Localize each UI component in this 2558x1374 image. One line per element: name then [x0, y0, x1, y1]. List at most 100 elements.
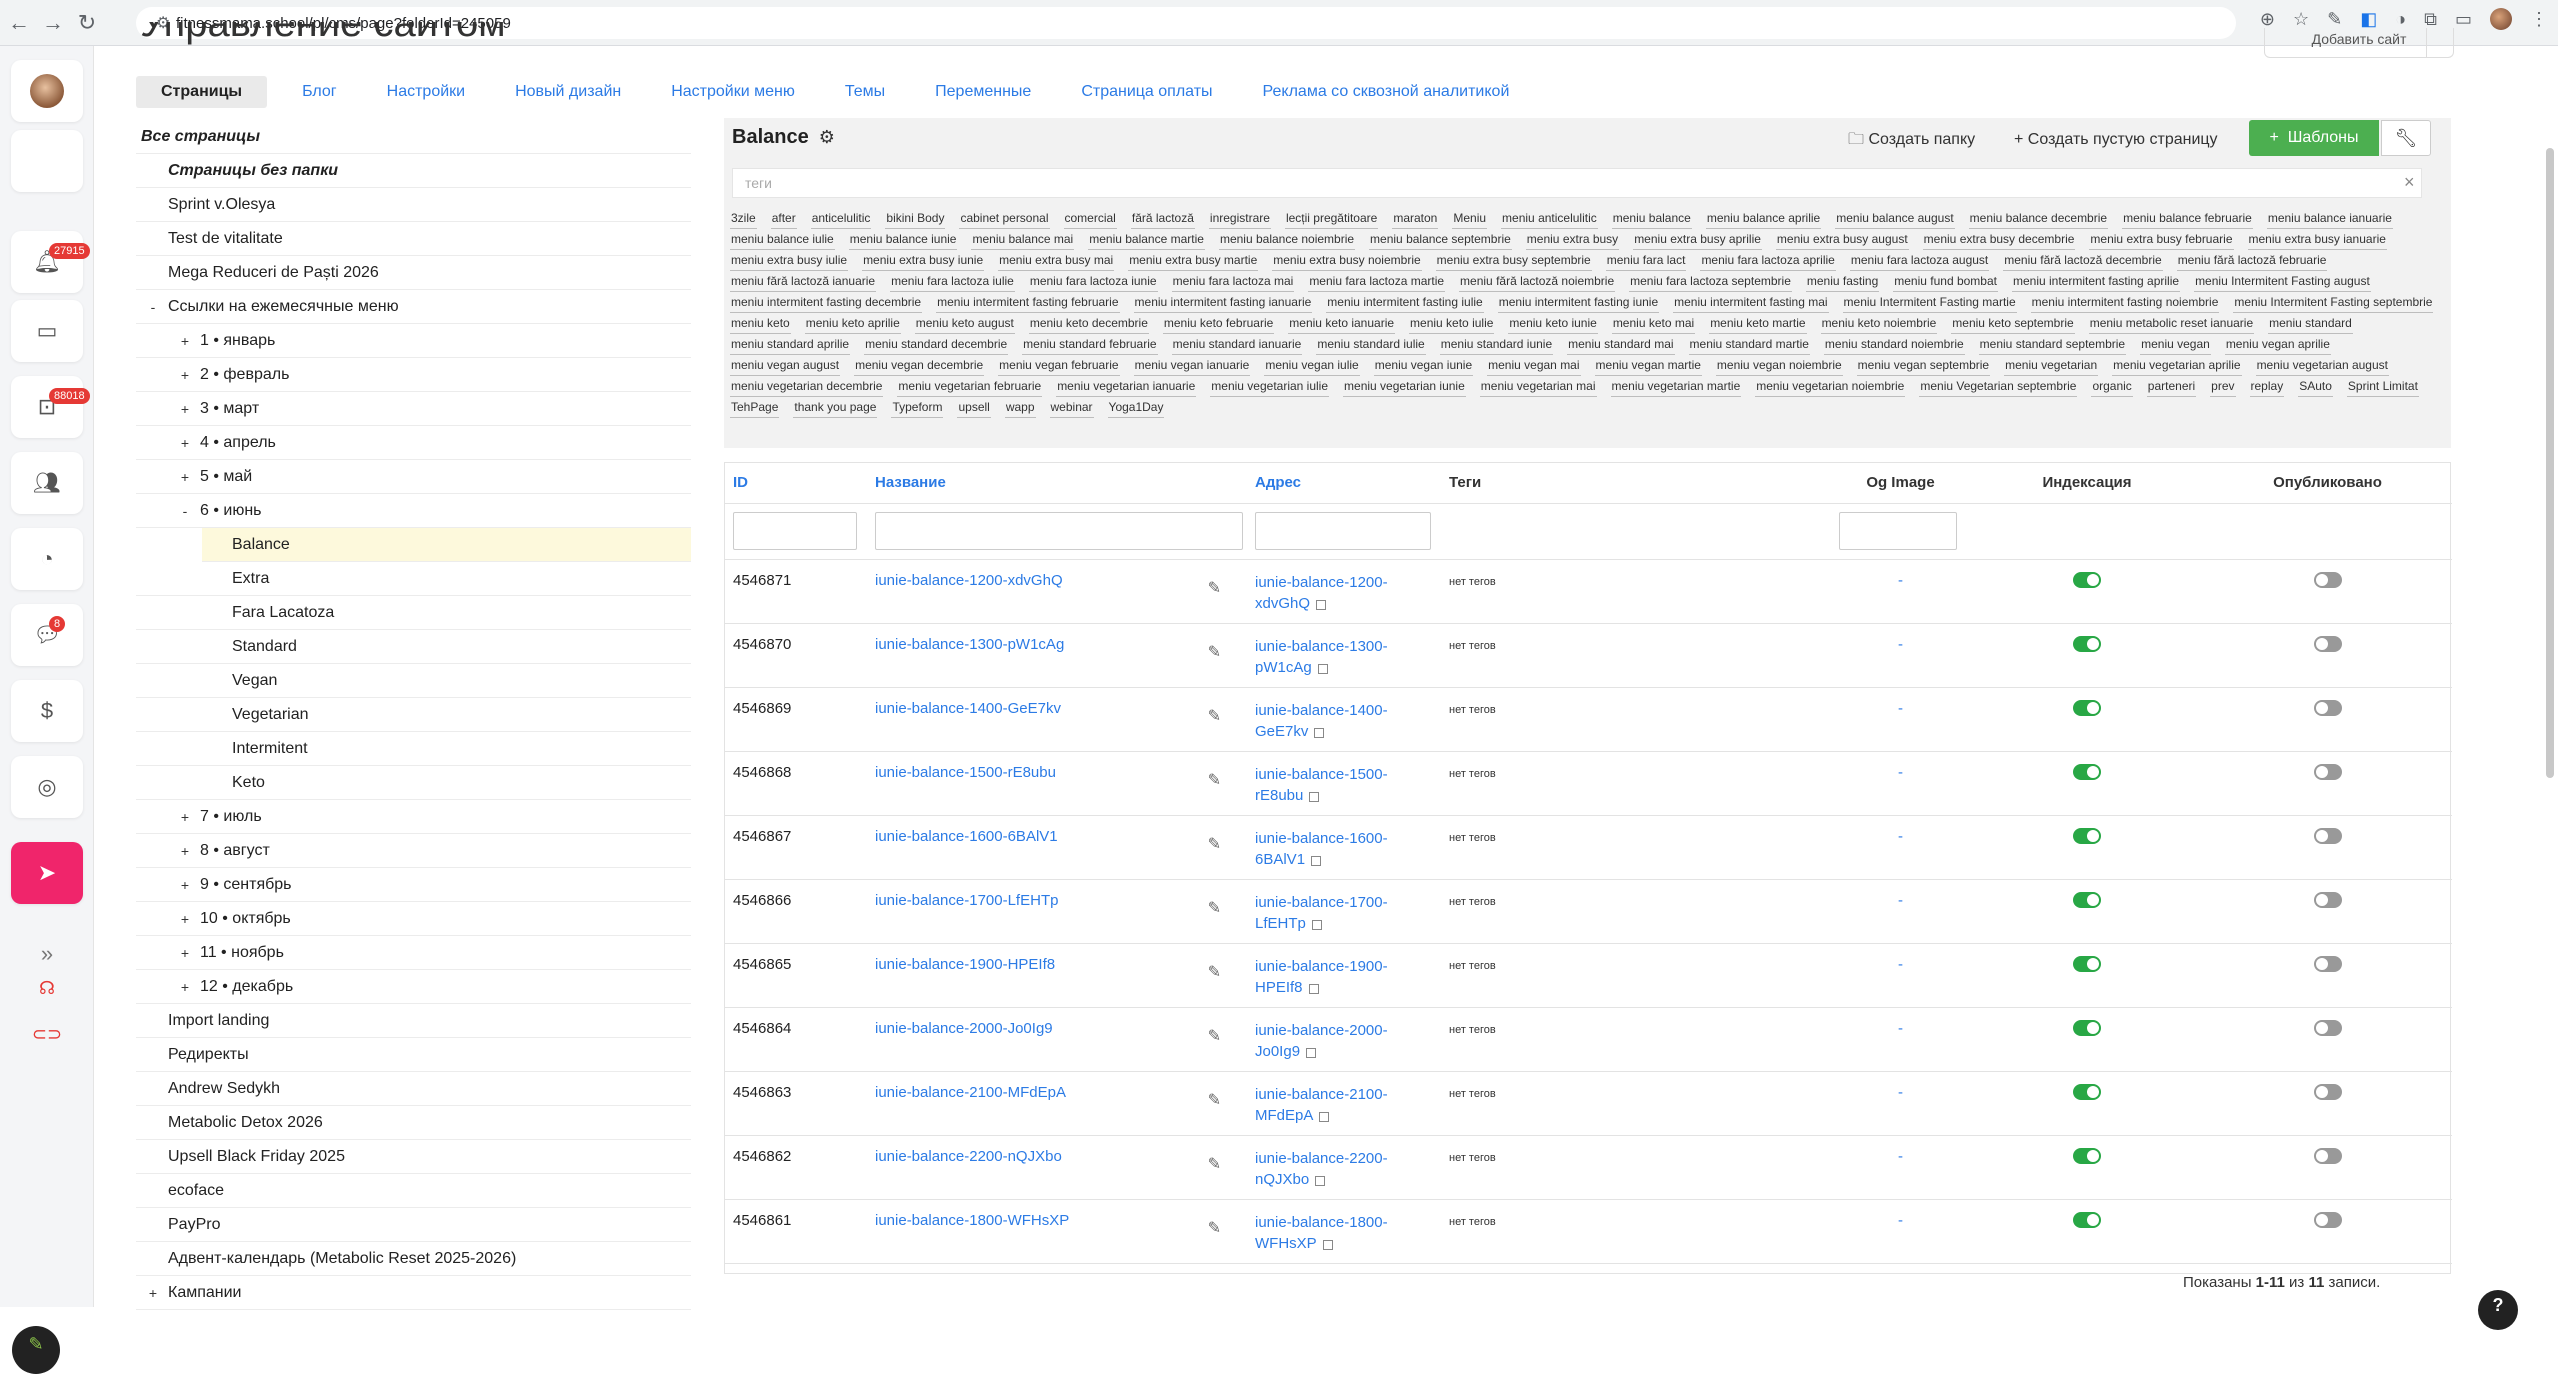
name-header[interactable]: Название — [867, 463, 1247, 504]
tree-item[interactable]: - Ссылки на ежемесячные меню — [136, 290, 691, 324]
bookmark-star-icon[interactable]: ☆ — [2293, 9, 2309, 30]
tag-chip[interactable]: upsell — [957, 397, 991, 418]
page-address-link[interactable]: LfEHTp — [1255, 915, 1306, 932]
tag-chip[interactable]: after — [770, 208, 797, 229]
tag-chip[interactable]: meniu vegetarian aprilie — [2112, 355, 2242, 376]
tab-5[interactable]: Темы — [820, 76, 910, 108]
profile-avatar[interactable] — [2490, 8, 2512, 30]
tree-item[interactable]: Andrew Sedykh — [136, 1072, 691, 1106]
tree-item[interactable]: Upsell Black Friday 2025 — [136, 1140, 691, 1174]
page-address-link[interactable]: nQJXbo — [1255, 1171, 1309, 1188]
tree-item[interactable]: +10 • октябрь — [136, 902, 691, 936]
tag-chip[interactable]: meniu fara lactoza august — [1849, 250, 1990, 271]
page-address-link[interactable]: iunie-balance-1500- — [1255, 766, 1388, 783]
wrench-icon[interactable]: 🔧︎ — [2381, 120, 2431, 156]
analytics-tile[interactable]: ◔ — [11, 528, 83, 590]
tag-chip[interactable]: meniu extra busy ianuarie — [2247, 229, 2387, 250]
tag-chip[interactable]: meniu keto mai — [1611, 313, 1696, 334]
extensions-puzzle-icon[interactable]: ⧉ — [2424, 9, 2437, 30]
edit-icon[interactable]: ✎ — [1208, 1020, 1246, 1046]
tag-chip[interactable]: meniu standard aprilie — [730, 334, 851, 355]
published-toggle[interactable] — [2313, 699, 2342, 716]
tree-item[interactable]: PayPro — [136, 1208, 691, 1242]
page-name-link[interactable]: iunie-balance-2100-MFdEpA — [875, 1084, 1066, 1110]
tag-chip[interactable]: meniu vegan mai — [1487, 355, 1581, 376]
tag-chip[interactable]: meniu fără lactoză ianuarie — [730, 271, 877, 292]
copy-icon[interactable] — [1311, 855, 1322, 866]
tag-chip[interactable]: Sprint Limitat — [2346, 376, 2419, 397]
tag-chip[interactable]: maraton — [1392, 208, 1439, 229]
expand-icon[interactable]: + — [178, 800, 192, 834]
published-toggle[interactable] — [2313, 763, 2342, 780]
tag-chip[interactable]: cabinet personal — [959, 208, 1050, 229]
published-toggle[interactable] — [2313, 891, 2342, 908]
tag-chip[interactable]: meniu standard decembrie — [864, 334, 1009, 355]
tree-item[interactable]: +5 • май — [136, 460, 691, 494]
tag-chip[interactable]: meniu standard februarie — [1022, 334, 1158, 355]
tag-chip[interactable]: wapp — [1004, 397, 1036, 418]
tasks-tile[interactable]: ⊡ 88018 — [11, 376, 90, 438]
indexing-toggle[interactable] — [2073, 891, 2101, 908]
tag-chip[interactable]: meniu vegetarian februarie — [897, 376, 1043, 397]
browser-menu-icon[interactable]: ⋮ — [2530, 9, 2548, 30]
tag-chip[interactable]: meniu extra busy august — [1775, 229, 1909, 250]
tag-chip[interactable]: meniu extra busy februarie — [2089, 229, 2234, 250]
page-name-link[interactable]: iunie-balance-1500-rE8ubu — [875, 764, 1056, 790]
tag-chip[interactable]: meniu fund bombat — [1893, 271, 1998, 292]
page-address-link[interactable]: iunie-balance-1700- — [1255, 894, 1388, 911]
tree-item[interactable]: +7 • июль — [136, 800, 691, 834]
tab-7[interactable]: Страница оплаты — [1056, 76, 1237, 108]
page-address-link[interactable]: rE8ubu — [1255, 787, 1303, 804]
tag-chip[interactable]: meniu balance iunie — [848, 229, 958, 250]
tag-chip[interactable]: meniu fara lact — [1605, 250, 1687, 271]
tag-chip[interactable]: meniu vegetarian august — [2255, 355, 2389, 376]
tag-chip[interactable]: meniu metabolic reset ianuarie — [2088, 313, 2255, 334]
tag-chip[interactable]: meniu vegan septembrie — [1856, 355, 1991, 376]
tag-chip[interactable]: meniu keto decembrie — [1028, 313, 1149, 334]
page-name-link[interactable]: iunie-balance-1200-xdvGhQ — [875, 572, 1063, 598]
published-toggle[interactable] — [2313, 571, 2342, 588]
tag-chip[interactable]: meniu fasting — [1805, 271, 1880, 292]
tree-item[interactable]: +8 • август — [136, 834, 691, 868]
tag-chip[interactable]: meniu intermitent fasting mai — [1673, 292, 1829, 313]
tag-chip[interactable]: meniu keto iunie — [1508, 313, 1598, 334]
published-toggle[interactable] — [2313, 1019, 2342, 1036]
tag-chip[interactable]: meniu balance noiembrie — [1218, 229, 1356, 250]
tag-chip[interactable]: fără lactoză — [1130, 208, 1195, 229]
indexing-toggle[interactable] — [2073, 763, 2101, 780]
tag-chip[interactable]: meniu vegan noiembrie — [1715, 355, 1843, 376]
page-address-link[interactable]: GeE7kv — [1255, 723, 1308, 740]
tag-chip[interactable]: replay — [2249, 376, 2285, 397]
tag-chip[interactable]: meniu vegan iunie — [1373, 355, 1474, 376]
tag-chip[interactable]: meniu intermitent fasting decembrie — [730, 292, 923, 313]
tag-chip[interactable]: meniu balance aprilie — [1705, 208, 1822, 229]
copy-icon[interactable] — [1311, 919, 1322, 930]
zoom-icon[interactable]: ⊕ — [2260, 9, 2275, 30]
tag-chip[interactable]: meniu standard iunie — [1439, 334, 1554, 355]
tag-chip[interactable]: meniu vegan august — [730, 355, 841, 376]
tag-chip[interactable]: SAuto — [2298, 376, 2333, 397]
settings-icon[interactable]: ⚙ — [819, 127, 835, 148]
tag-chip[interactable]: meniu vegan iulie — [1264, 355, 1360, 376]
collapse-icon[interactable]: - — [178, 494, 192, 528]
published-toggle[interactable] — [2313, 635, 2342, 652]
tree-item[interactable]: Vegetarian — [136, 698, 691, 732]
tag-chip[interactable]: organic — [2091, 376, 2133, 397]
edit-icon[interactable]: ✎ — [1208, 572, 1246, 598]
tag-chip[interactable]: meniu keto septembrie — [1951, 313, 2075, 334]
tag-chip[interactable]: comercial — [1063, 208, 1117, 229]
tree-item[interactable]: Extra — [136, 562, 691, 596]
page-name-link[interactable]: iunie-balance-2000-Jo0Ig9 — [875, 1020, 1053, 1046]
tag-chip[interactable]: meniu intermitent fasting aprilie — [2011, 271, 2181, 292]
edit-icon[interactable]: ✎ — [1208, 700, 1246, 726]
tag-chip[interactable]: Yoga1Day — [1107, 397, 1165, 418]
create-folder-button[interactable]: 🗀︎ Создать папку — [1848, 122, 1975, 158]
tree-item[interactable]: Редиректы — [136, 1038, 691, 1072]
tags-filter-input[interactable]: теги — [732, 168, 2422, 198]
tree-item[interactable]: Страницы без папки — [136, 154, 691, 188]
extension-icon[interactable]: ✎ — [2327, 9, 2342, 30]
page-address-link[interactable]: iunie-balance-1300- — [1255, 638, 1388, 655]
edit-icon[interactable]: ✎ — [1208, 1148, 1246, 1174]
tag-chip[interactable]: meniu standard martie — [1688, 334, 1810, 355]
tree-item[interactable]: +4 • апрель — [136, 426, 691, 460]
